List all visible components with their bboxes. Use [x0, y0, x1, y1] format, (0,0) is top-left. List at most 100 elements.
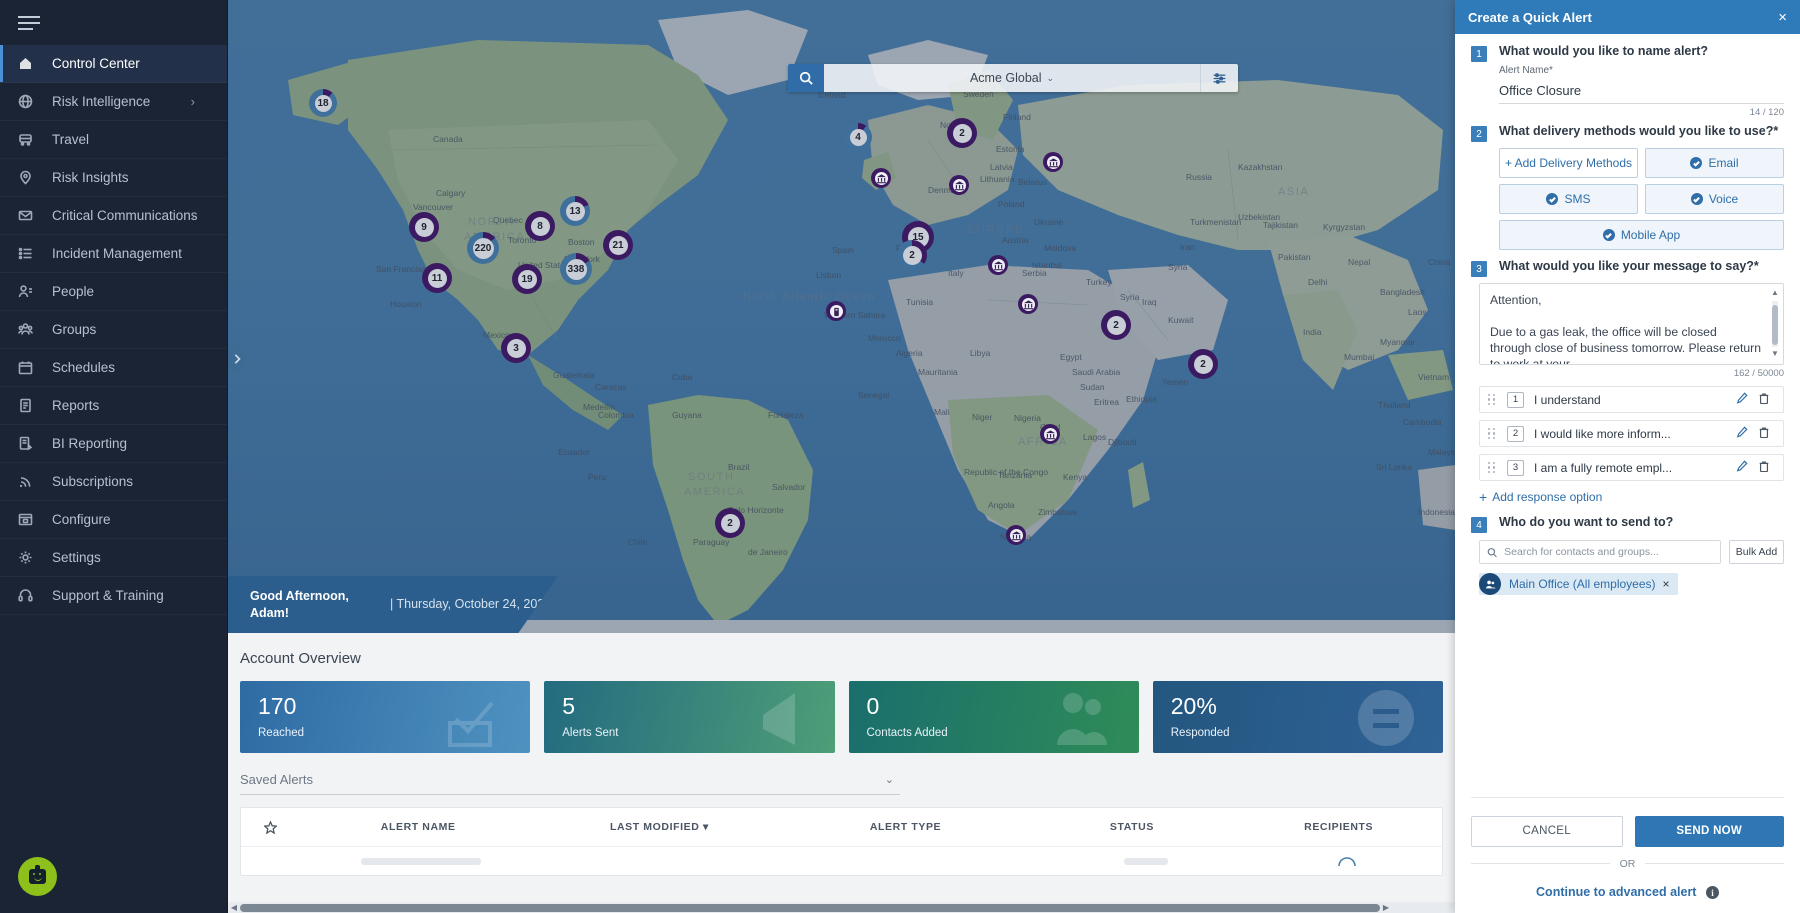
trash-icon[interactable]: [1753, 459, 1775, 477]
table-column-header[interactable]: STATUS: [1029, 821, 1236, 833]
map-cluster-marker[interactable]: 2: [1188, 349, 1218, 379]
map-cluster-marker[interactable]: 338: [560, 253, 592, 285]
delivery-method-email[interactable]: Email: [1645, 148, 1784, 178]
delivery-method-mobile-app[interactable]: Mobile App: [1499, 220, 1784, 250]
chatbot-button[interactable]: [18, 857, 57, 896]
map-cluster-marker[interactable]: 21: [603, 230, 633, 260]
map-search-bar[interactable]: Acme Global ⌄: [788, 64, 1238, 92]
sidebar-item-configure[interactable]: Configure: [0, 501, 227, 539]
response-option-row[interactable]: 3I am a fully remote empl...: [1479, 454, 1784, 481]
map-cluster-marker[interactable]: 13: [560, 196, 590, 226]
sidebar-item-settings[interactable]: Settings: [0, 539, 227, 577]
map-poi-marker[interactable]: [826, 301, 846, 321]
map-cluster-marker[interactable]: 8: [525, 211, 555, 241]
remove-chip-icon[interactable]: ×: [1663, 577, 1670, 591]
table-column-header[interactable]: ALERT NAME: [300, 821, 536, 833]
sidebar-item-schedules[interactable]: Schedules: [0, 349, 227, 387]
map-poi-marker[interactable]: [1040, 424, 1060, 444]
close-icon[interactable]: ×: [1778, 9, 1787, 26]
response-option-row[interactable]: 2I would like more inform...: [1479, 420, 1784, 447]
add-response-option-button[interactable]: + Add response option: [1479, 489, 1784, 505]
world-map[interactable]: Canada United States Mexico Guatemala Ca…: [228, 0, 1455, 633]
scroll-left-icon[interactable]: ◀: [228, 903, 240, 912]
map-poi-marker[interactable]: [871, 168, 891, 188]
horizontal-scrollbar[interactable]: ◀ ▶: [228, 902, 1455, 913]
message-textarea[interactable]: Attention, Due to a gas leak, the office…: [1479, 283, 1784, 365]
map-cluster-marker[interactable]: 2: [715, 508, 745, 538]
drag-handle-icon[interactable]: [1488, 462, 1498, 473]
map-cluster-marker[interactable]: 220: [467, 232, 499, 264]
trash-icon[interactable]: [1753, 425, 1775, 443]
map-poi-marker[interactable]: [1018, 294, 1038, 314]
add-delivery-methods-button[interactable]: + Add Delivery Methods: [1499, 148, 1638, 178]
menu-toggle-button[interactable]: [0, 0, 228, 45]
sidebar-item-critical-communications[interactable]: Critical Communications›: [0, 197, 227, 235]
cancel-button[interactable]: CANCEL: [1471, 816, 1623, 847]
recipient-search-box[interactable]: [1479, 540, 1721, 564]
map-poi-marker[interactable]: [988, 255, 1008, 275]
map-cluster-marker[interactable]: 2: [947, 118, 977, 148]
sidebar-item-risk-intelligence[interactable]: Risk Intelligence›: [0, 83, 227, 121]
drag-handle-icon[interactable]: [1488, 428, 1498, 439]
bulk-add-button[interactable]: Bulk Add: [1729, 540, 1784, 564]
stat-card[interactable]: 0Contacts Added: [849, 681, 1139, 753]
map-filter-button[interactable]: [1200, 64, 1238, 92]
sidebar-item-reports[interactable]: Reports: [0, 387, 227, 425]
sidebar-item-groups[interactable]: Groups: [0, 311, 227, 349]
scroll-down-icon[interactable]: ▼: [1771, 349, 1779, 360]
saved-alerts-selector[interactable]: Saved Alerts ⌄: [240, 765, 900, 795]
map-cluster-marker[interactable]: 9: [409, 212, 439, 242]
map-poi-marker[interactable]: [1006, 525, 1026, 545]
sidebar-item-label: Subscriptions: [52, 474, 133, 489]
sidebar-item-label: Support & Training: [52, 588, 164, 603]
map-cluster-marker[interactable]: 2: [1101, 310, 1131, 340]
sidebar-item-control-center[interactable]: Control Center: [0, 45, 227, 83]
trash-icon[interactable]: [1753, 391, 1775, 409]
map-cluster-marker[interactable]: 18: [309, 89, 337, 117]
map-cluster-marker[interactable]: 2: [897, 240, 927, 270]
map-cluster-marker[interactable]: 3: [501, 333, 531, 363]
table-column-header[interactable]: LAST MODIFIED ▾: [536, 821, 782, 833]
table-row[interactable]: [241, 847, 1442, 875]
recipient-chip[interactable]: Main Office (All employees) ×: [1479, 573, 1678, 595]
continue-advanced-alert-link[interactable]: Continue to advanced alert i: [1471, 885, 1784, 900]
scrollbar-thumb[interactable]: [240, 904, 1380, 912]
table-column-header[interactable]: RECIPIENTS: [1235, 821, 1442, 833]
map-poi-marker[interactable]: [1043, 152, 1063, 172]
delivery-method-voice[interactable]: Voice: [1645, 184, 1784, 214]
sidebar-item-support-training[interactable]: Support & Training: [0, 577, 227, 615]
map-cluster-marker[interactable]: 4: [844, 123, 872, 151]
response-option-row[interactable]: 1I understand: [1479, 386, 1784, 413]
stat-card[interactable]: 20%Responded: [1153, 681, 1443, 753]
send-now-button[interactable]: SEND NOW: [1635, 816, 1785, 847]
edit-icon[interactable]: [1731, 391, 1753, 409]
scrollbar-thumb[interactable]: [1772, 305, 1778, 345]
info-icon[interactable]: i: [1706, 886, 1719, 899]
sidebar-item-people[interactable]: People: [0, 273, 227, 311]
table-column-label: LAST MODIFIED: [610, 821, 699, 833]
delivery-method-sms[interactable]: SMS: [1499, 184, 1638, 214]
map-cluster-marker[interactable]: 19: [512, 264, 542, 294]
stat-card[interactable]: 5Alerts Sent: [544, 681, 834, 753]
scroll-up-icon[interactable]: ▲: [1771, 288, 1779, 299]
sidebar-item-subscriptions[interactable]: Subscriptions: [0, 463, 227, 501]
star-icon[interactable]: [241, 821, 300, 834]
message-scrollbar[interactable]: ▲ ▼: [1770, 288, 1780, 360]
stat-card[interactable]: 170Reached: [240, 681, 530, 753]
map-scope-selector[interactable]: Acme Global ⌄: [824, 64, 1200, 92]
sidebar-item-incident-management[interactable]: Incident Management: [0, 235, 227, 273]
sidebar-item-travel[interactable]: Travel: [0, 121, 227, 159]
edit-icon[interactable]: [1731, 459, 1753, 477]
sidebar-item-bi-reporting[interactable]: BI Reporting: [0, 425, 227, 463]
alert-name-input[interactable]: [1499, 76, 1784, 104]
edit-icon[interactable]: [1731, 425, 1753, 443]
table-column-header[interactable]: ALERT TYPE: [782, 821, 1028, 833]
sidebar-item-risk-insights[interactable]: Risk Insights: [0, 159, 227, 197]
map-poi-marker[interactable]: [949, 175, 969, 195]
recipient-search-input[interactable]: [1504, 546, 1713, 558]
map-cluster-marker[interactable]: 11: [422, 263, 452, 293]
map-search-button[interactable]: [788, 64, 824, 92]
check-icon: [1603, 229, 1615, 241]
scroll-right-icon[interactable]: ▶: [1380, 903, 1392, 912]
drag-handle-icon[interactable]: [1488, 394, 1498, 405]
